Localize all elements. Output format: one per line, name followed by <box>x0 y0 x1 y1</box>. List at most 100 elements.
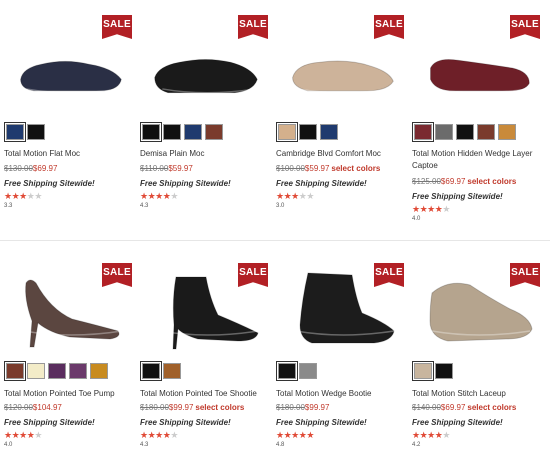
color-swatch[interactable] <box>477 124 495 140</box>
shoe-shape <box>430 58 530 92</box>
color-swatch[interactable] <box>435 124 453 140</box>
price: $120.00$104.97 <box>4 403 62 412</box>
product-image[interactable] <box>10 266 130 352</box>
product-name[interactable]: Total Motion Wedge Bootie <box>276 388 410 400</box>
color-swatches <box>4 361 108 381</box>
product-row-2: SALE Total Motion Pointed Toe Pump $120.… <box>0 248 550 461</box>
color-swatch[interactable] <box>27 363 45 379</box>
shipping-note: Free Shipping Sitewide! <box>276 179 367 188</box>
original-price: $140.00 <box>412 403 441 412</box>
product-card-3[interactable]: SALE Cambridge Blvd Comfort Moc $100.00$… <box>276 0 412 225</box>
product-image[interactable] <box>418 30 538 106</box>
product-image[interactable] <box>282 30 402 106</box>
star-icon: ★ <box>291 430 299 440</box>
color-swatch[interactable] <box>4 122 26 142</box>
product-image[interactable] <box>146 30 266 106</box>
color-swatches <box>412 122 516 142</box>
product-image[interactable] <box>10 30 130 106</box>
color-swatch[interactable] <box>456 124 474 140</box>
product-card-8[interactable]: SALE Total Motion Stitch Laceup $140.00$… <box>412 248 548 461</box>
star-icon: ★ <box>170 430 178 440</box>
row-divider <box>0 240 550 241</box>
color-swatch[interactable] <box>69 363 87 379</box>
product-card-7[interactable]: SALE Total Motion Wedge Bootie $180.00$9… <box>276 248 412 461</box>
star-icon: ★ <box>4 191 12 201</box>
star-icon: ★ <box>291 191 299 201</box>
price: $180.00$99.97 <box>276 403 329 412</box>
original-price: $120.00 <box>4 403 33 412</box>
star-icon: ★ <box>442 204 450 214</box>
original-price: $100.00 <box>276 164 305 173</box>
star-rating: ★★★★★ <box>276 191 314 201</box>
product-card-6[interactable]: SALE Total Motion Pointed Toe Shootie $1… <box>140 248 276 461</box>
product-card-5[interactable]: SALE Total Motion Pointed Toe Pump $120.… <box>4 248 140 461</box>
color-swatch[interactable] <box>320 124 338 140</box>
product-grid: SALE Total Motion Flat Moc $130.00$69.97… <box>0 0 550 461</box>
product-card-2[interactable]: SALE Demisa Plain Moc $110.00$59.97 Free… <box>140 0 276 225</box>
product-image[interactable] <box>418 266 538 352</box>
color-swatch[interactable] <box>435 363 453 379</box>
color-swatches <box>4 122 45 142</box>
product-card-1[interactable]: SALE Total Motion Flat Moc $130.00$69.97… <box>4 0 140 225</box>
color-swatch[interactable] <box>140 361 162 381</box>
color-swatch[interactable] <box>163 124 181 140</box>
price: $125.00$69.97 select colors <box>412 177 516 186</box>
original-price: $180.00 <box>140 403 169 412</box>
color-swatch[interactable] <box>299 124 317 140</box>
rating-value: 4.3 <box>140 442 149 448</box>
color-swatch[interactable] <box>498 124 516 140</box>
shipping-note: Free Shipping Sitewide! <box>412 418 503 427</box>
star-rating: ★★★★★ <box>412 204 450 214</box>
product-name[interactable]: Total Motion Flat Moc <box>4 148 138 160</box>
shipping-note: Free Shipping Sitewide! <box>276 418 367 427</box>
price: $180.00$99.97 select colors <box>140 403 244 412</box>
color-swatch[interactable] <box>90 363 108 379</box>
original-price: $180.00 <box>276 403 305 412</box>
shoe-shape <box>25 279 120 348</box>
color-swatch[interactable] <box>412 361 434 381</box>
star-icon: ★ <box>442 430 450 440</box>
color-swatch[interactable] <box>276 122 298 142</box>
product-name[interactable]: Total Motion Pointed Toe Shootie <box>140 388 274 400</box>
rating-value: 4.8 <box>276 442 285 448</box>
rating-value: 3.0 <box>276 203 285 209</box>
star-rating: ★★★★★ <box>4 191 42 201</box>
price: $100.00$59.97 select colors <box>276 164 380 173</box>
color-swatches <box>140 122 223 142</box>
color-swatch[interactable] <box>140 122 162 142</box>
star-rating: ★★★★★ <box>276 430 314 440</box>
original-price: $110.00 <box>140 164 169 173</box>
star-rating: ★★★★★ <box>4 430 42 440</box>
product-image[interactable] <box>282 266 402 352</box>
product-name[interactable]: Demisa Plain Moc <box>140 148 274 160</box>
product-name[interactable]: Total Motion Hidden Wedge Layer Captoe <box>412 148 546 172</box>
color-swatch[interactable] <box>48 363 66 379</box>
color-swatch[interactable] <box>205 124 223 140</box>
shipping-note: Free Shipping Sitewide! <box>4 179 95 188</box>
product-name[interactable]: Cambridge Blvd Comfort Moc <box>276 148 410 160</box>
product-card-4[interactable]: SALE Total Motion Hidden Wedge Layer Cap… <box>412 0 548 225</box>
star-icon: ★ <box>306 430 314 440</box>
shipping-note: Free Shipping Sitewide! <box>140 179 231 188</box>
rating-value: 3.3 <box>4 203 13 209</box>
color-swatch[interactable] <box>27 124 45 140</box>
color-swatch[interactable] <box>184 124 202 140</box>
star-icon: ★ <box>276 430 284 440</box>
star-icon: ★ <box>412 204 420 214</box>
star-icon: ★ <box>19 191 27 201</box>
color-swatch[interactable] <box>299 363 317 379</box>
color-swatch[interactable] <box>4 361 26 381</box>
star-icon: ★ <box>4 430 12 440</box>
color-swatch[interactable] <box>163 363 181 379</box>
color-swatch[interactable] <box>276 361 298 381</box>
star-icon: ★ <box>170 191 178 201</box>
select-colors-note: select colors <box>195 403 245 412</box>
product-name[interactable]: Total Motion Stitch Laceup <box>412 388 546 400</box>
price: $140.00$69.97 select colors <box>412 403 516 412</box>
rating-value: 4.3 <box>140 203 149 209</box>
sale-price: $59.97 <box>168 164 193 173</box>
color-swatch[interactable] <box>412 122 434 142</box>
product-name[interactable]: Total Motion Pointed Toe Pump <box>4 388 138 400</box>
product-image[interactable] <box>146 266 266 352</box>
rating-value: 4.0 <box>412 216 421 222</box>
